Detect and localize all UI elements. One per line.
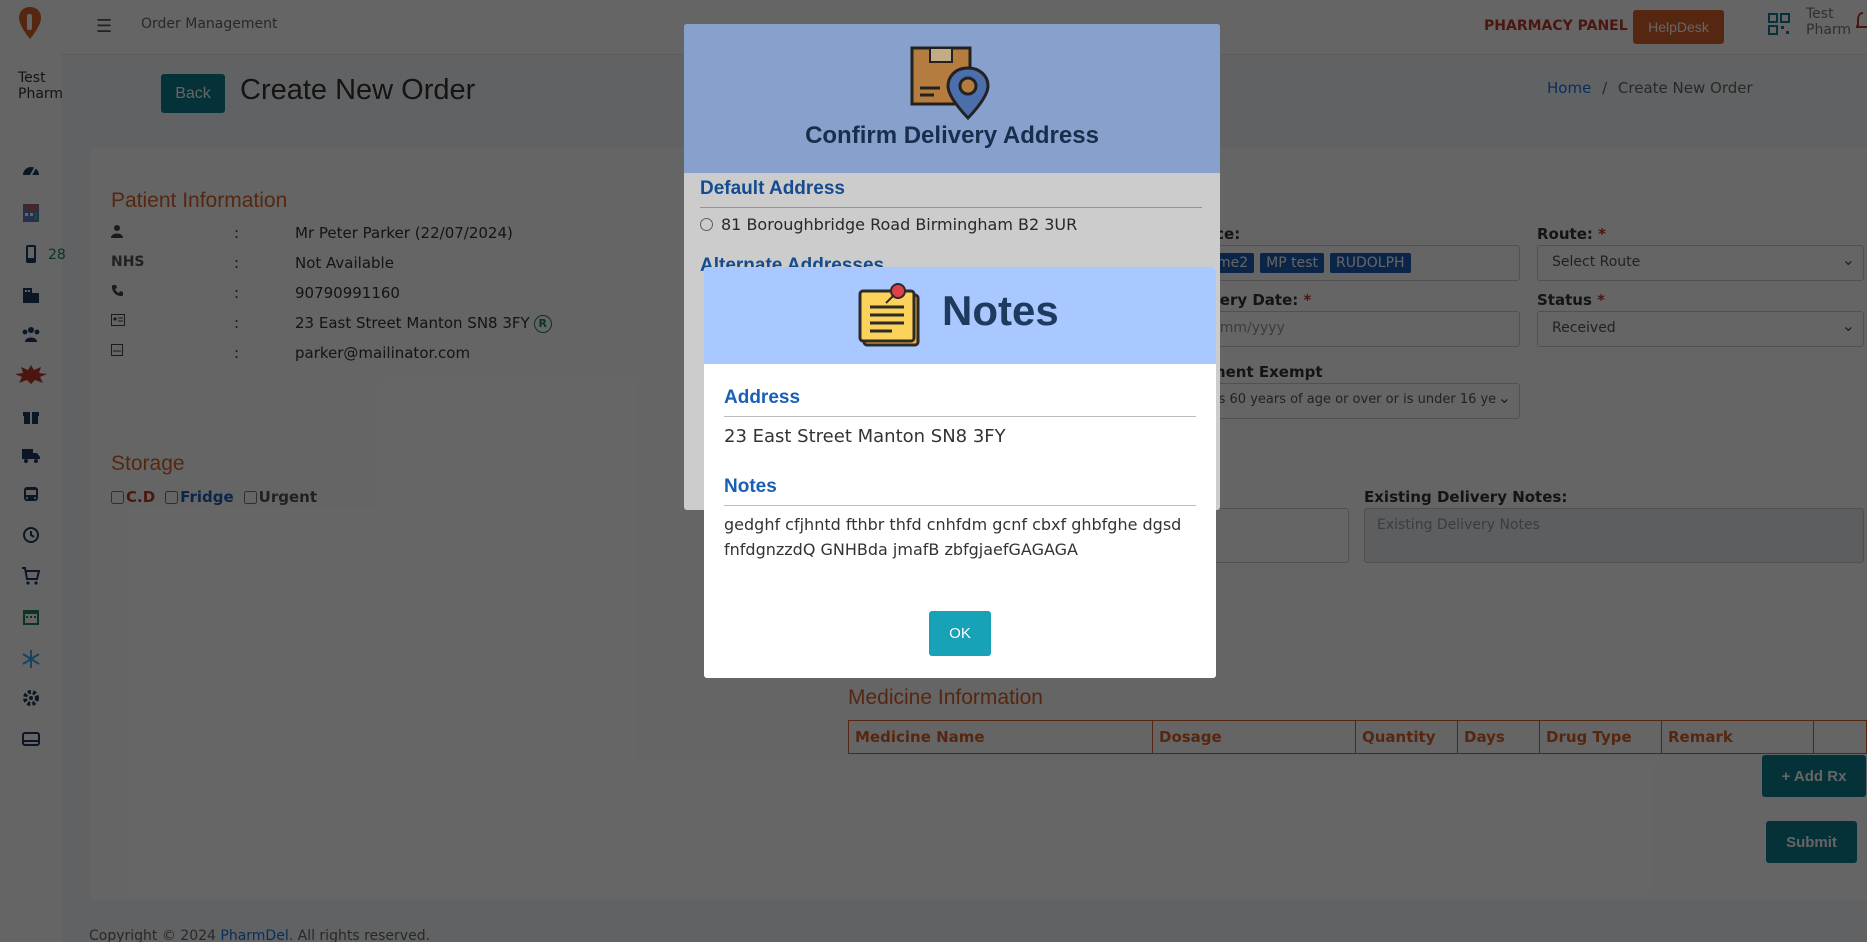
- notes-modal-header: Notes: [704, 267, 1216, 364]
- notes-body-text: gedghf cfjhntd fthbr thfd cnhfdm gcnf cb…: [724, 515, 1182, 559]
- ok-button[interactable]: OK: [929, 611, 991, 656]
- divider: [724, 416, 1196, 417]
- notes-modal: Notes Address 23 East Street Manton SN8 …: [704, 267, 1216, 678]
- notes-address-text: 23 East Street Manton SN8 3FY: [724, 426, 1006, 447]
- notes-heading: Notes: [724, 476, 777, 497]
- divider: [724, 505, 1196, 506]
- notes-modal-title: Notes: [942, 287, 1059, 334]
- pinned-note-icon: [858, 283, 920, 347]
- notes-address-heading: Address: [724, 387, 801, 408]
